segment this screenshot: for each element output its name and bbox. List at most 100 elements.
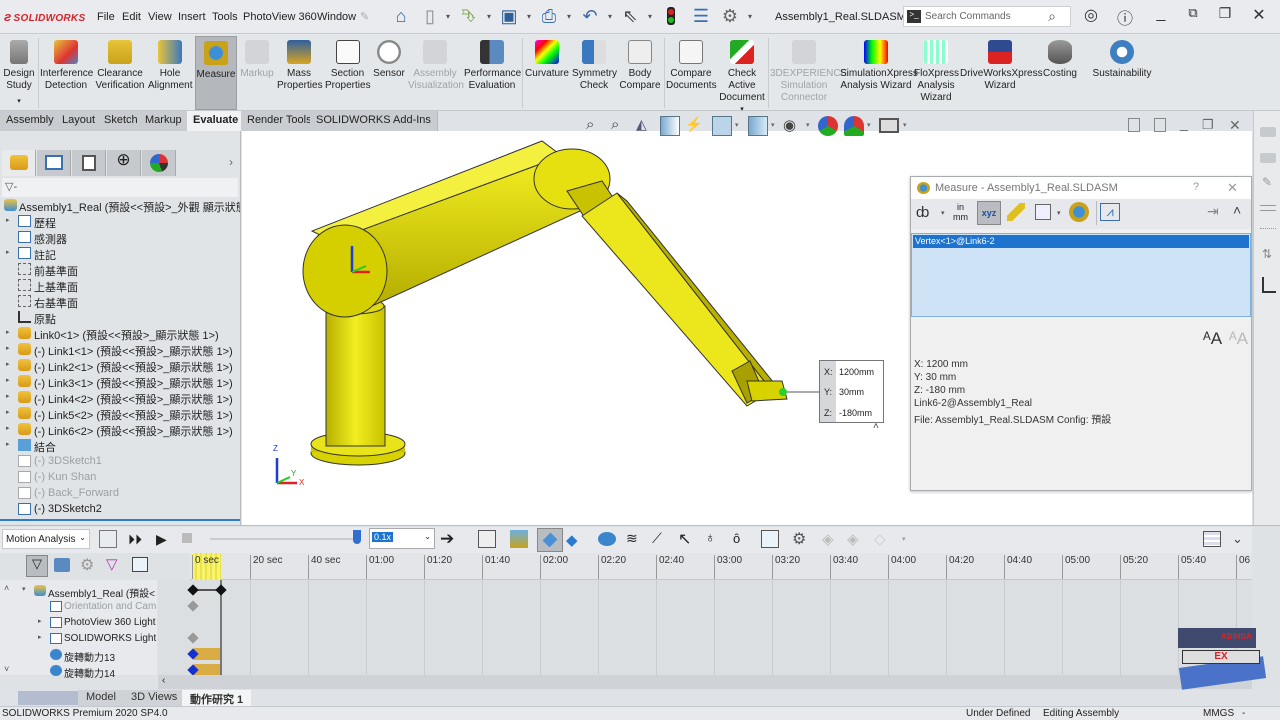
dynamic-annotation-icon[interactable]: ⚡ bbox=[685, 116, 705, 136]
markup-button[interactable]: Markup bbox=[239, 36, 275, 110]
expand-arrow-icon[interactable]: ▸ bbox=[38, 617, 42, 625]
tree-item[interactable]: 上基準面 bbox=[0, 278, 240, 294]
measurement-history-icon[interactable] bbox=[1069, 202, 1089, 222]
gravity-icon[interactable]: ȏ bbox=[733, 531, 740, 546]
motor-icon[interactable] bbox=[598, 532, 616, 546]
search-icon[interactable]: ⌕ bbox=[1048, 8, 1056, 25]
save-animation-icon[interactable] bbox=[478, 530, 496, 548]
damper-icon[interactable]: ⟋ bbox=[652, 530, 662, 547]
tree-item[interactable]: (-) 3DSketch2 bbox=[0, 502, 240, 518]
measure-dialog-header[interactable]: Measure - Assembly1_Real.SLDASM ? ✕ bbox=[911, 177, 1251, 199]
custom-properties-icon[interactable]: ⇅ bbox=[1262, 247, 1272, 261]
sensor-button[interactable]: Sensor bbox=[372, 36, 406, 110]
options-dropdown-icon[interactable]: ▾ bbox=[748, 12, 752, 21]
contact-icon[interactable]: ♁ bbox=[705, 529, 716, 545]
solidworks-forum-icon[interactable] bbox=[1262, 277, 1276, 293]
pin-icon[interactable]: ✎ bbox=[360, 10, 369, 23]
measure-button[interactable]: Measure bbox=[195, 36, 237, 110]
tree-item[interactable]: ▸ (-) Link5<2> (預設<<預設>_顯示狀態 1>) bbox=[0, 406, 240, 422]
study-type-select[interactable]: Motion Analysis ⌄ bbox=[2, 529, 90, 549]
motion-tree-scroll-down[interactable]: ˅ bbox=[4, 664, 9, 674]
tree-item[interactable]: 右基準面 bbox=[0, 294, 240, 310]
split-right-button[interactable] bbox=[1154, 118, 1166, 132]
play-icon[interactable]: ▶ bbox=[156, 531, 167, 548]
arc-circle-dropdown[interactable]: ▾ bbox=[941, 209, 945, 217]
tab-render-tools[interactable]: Render Tools bbox=[241, 111, 319, 131]
save-icon[interactable]: ▣ bbox=[498, 5, 520, 27]
tree-item[interactable]: ▸ (-) Link6<2> (預設<<預設>_顯示狀態 1>) bbox=[0, 422, 240, 438]
playback-speed-select[interactable]: 0.1x ⌄ bbox=[369, 528, 435, 549]
menu-tools[interactable]: Tools bbox=[212, 11, 238, 23]
expand-arrow-icon[interactable]: ▸ bbox=[6, 360, 10, 368]
viewport-minimize-button[interactable]: _ bbox=[1180, 115, 1188, 131]
edit-appearance-icon[interactable] bbox=[818, 116, 838, 136]
expand-arrow-icon[interactable]: ▸ bbox=[6, 376, 10, 384]
tree-item[interactable]: ▸ 歷程 bbox=[0, 214, 240, 230]
status-units-dropdown[interactable]: - bbox=[1242, 708, 1245, 719]
check-active-document-button[interactable]: Check Active Document ▾ bbox=[718, 36, 766, 113]
selection-list[interactable]: Vertex<1>@Link6-2 bbox=[911, 233, 1251, 317]
display-style-dropdown[interactable]: ▾ bbox=[771, 121, 775, 129]
play-from-start-icon[interactable]: ⏵⏵ bbox=[128, 531, 142, 548]
collapse-icon-1[interactable]: ◈ bbox=[822, 530, 834, 548]
spring-icon[interactable]: ≋ bbox=[626, 530, 638, 547]
pin-dialog-icon[interactable]: ⇥ bbox=[1207, 203, 1219, 220]
decrease-font-icon[interactable]: ᴬA bbox=[1229, 329, 1248, 349]
autokey-icon[interactable] bbox=[537, 528, 563, 552]
menu-edit[interactable]: Edit bbox=[122, 11, 141, 23]
motion-tree-item[interactable]: ▾ Assembly1_Real (預設< bbox=[18, 583, 156, 599]
expand-arrow-icon[interactable]: ▸ bbox=[6, 344, 10, 352]
tree-root[interactable]: Assembly1_Real (預設<<預設>_外觀 顯示狀態>) bbox=[0, 198, 240, 214]
units-precision-button[interactable]: in mm bbox=[953, 202, 968, 222]
menu-insert[interactable]: Insert bbox=[178, 11, 206, 23]
measure-help-button[interactable]: ? bbox=[1193, 181, 1199, 193]
tab-3d-views[interactable]: 3D Views bbox=[123, 690, 186, 706]
create-sensor-icon[interactable]: ⩘ bbox=[1100, 203, 1120, 221]
search-commands-input[interactable]: >_ Search Commands ⌕ bbox=[903, 6, 1071, 27]
clearance-verification-button[interactable]: Clearance Verification bbox=[95, 36, 145, 110]
tab-assembly[interactable]: Assembly bbox=[0, 111, 61, 131]
results-plots-icon[interactable] bbox=[761, 530, 779, 548]
motion-table-icon[interactable] bbox=[1203, 531, 1221, 547]
zoom-to-area-icon[interactable]: ⌕ bbox=[611, 116, 631, 136]
menu-view[interactable]: View bbox=[148, 11, 172, 23]
apply-scene-icon[interactable] bbox=[844, 116, 864, 136]
scroll-left-icon[interactable]: ‹ bbox=[162, 675, 165, 686]
panel-expand-icon[interactable]: › bbox=[229, 155, 233, 169]
interference-detection-button[interactable]: Interference Detection bbox=[40, 36, 93, 110]
playback-slider-track[interactable] bbox=[210, 538, 355, 540]
symmetry-check-button[interactable]: Symmetry Check bbox=[572, 36, 617, 110]
print-icon[interactable]: ⎙ bbox=[538, 5, 560, 27]
add-key-icon[interactable]: ◆ bbox=[566, 531, 578, 549]
tree-item[interactable]: 感測器 bbox=[0, 230, 240, 246]
collapse-icon-3[interactable]: ◇ bbox=[874, 530, 886, 548]
calculate-icon[interactable] bbox=[99, 530, 117, 548]
status-units[interactable]: MMGS bbox=[1203, 708, 1234, 719]
measure-close-button[interactable]: ✕ bbox=[1227, 180, 1238, 196]
tab-motion-study-1[interactable]: 動作研究 1 bbox=[182, 690, 252, 706]
tab-solidworks-addins[interactable]: SOLIDWORKS Add-Ins bbox=[310, 111, 438, 131]
filter-driving-icon[interactable] bbox=[54, 558, 70, 572]
file-properties-icon[interactable]: ☰ bbox=[690, 5, 712, 27]
appearances-icon[interactable] bbox=[1260, 228, 1276, 234]
zoom-to-fit-icon[interactable]: ⌕ bbox=[586, 116, 606, 136]
expand-arrow-icon[interactable]: ▸ bbox=[6, 216, 10, 224]
previous-view-icon[interactable]: ◭ bbox=[636, 116, 656, 136]
help-icon[interactable]: ⓘ bbox=[1112, 5, 1138, 28]
hide-show-items-icon[interactable]: ◉ bbox=[783, 116, 803, 136]
user-account-icon[interactable]: ◎ bbox=[1078, 5, 1104, 27]
menu-window[interactable]: Window bbox=[317, 11, 356, 23]
3dexperience-simulation-connector-button[interactable]: 3DEXPERIENCE Simulation Connector bbox=[770, 36, 847, 110]
performance-evaluation-button[interactable]: Performance Evaluation bbox=[464, 36, 521, 110]
motion-tree-item[interactable]: 旋轉動力13 bbox=[18, 647, 156, 663]
new-dropdown-icon[interactable]: ▾ bbox=[446, 12, 450, 21]
tree-item[interactable]: 前基準面 bbox=[0, 262, 240, 278]
tab-evaluate[interactable]: Evaluate bbox=[187, 111, 246, 131]
motion-tree-item[interactable]: ▸ SOLIDWORKS Lights bbox=[18, 631, 156, 647]
tile-button[interactable]: ⧉ bbox=[1180, 5, 1206, 27]
measure-callout[interactable]: X: 1200mm Y: 30mm Z: -180mm bbox=[819, 360, 884, 423]
motion-tree-scroll-up[interactable]: ˄ bbox=[4, 583, 9, 593]
menu-file[interactable]: File bbox=[97, 11, 115, 23]
playback-slider-thumb[interactable] bbox=[353, 530, 361, 544]
collapse-icon-2[interactable]: ◈ bbox=[847, 530, 859, 548]
